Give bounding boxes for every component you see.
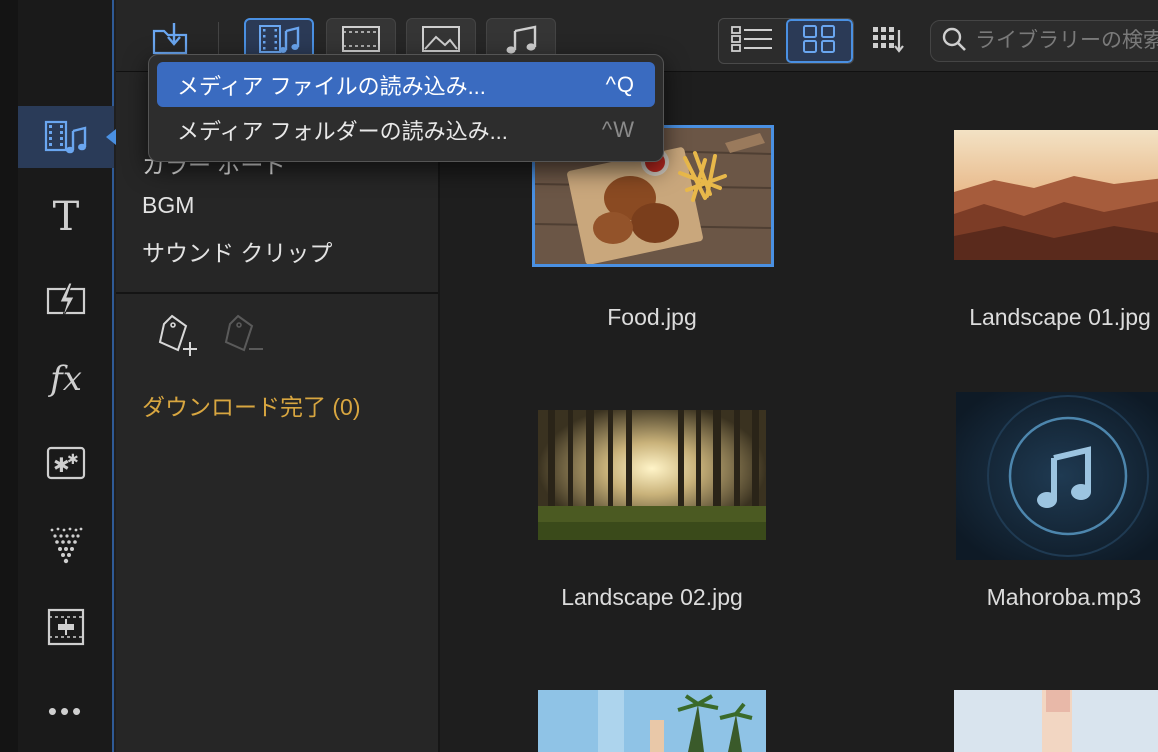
rail-effect-room[interactable]: fx <box>18 348 114 410</box>
library-search <box>930 20 1158 62</box>
add-tag-button[interactable] <box>154 312 204 362</box>
module-rail: T fx ✱ ✱ ••• <box>18 0 116 752</box>
svg-text:✱: ✱ <box>67 452 79 468</box>
pip-object-icon: ✱ ✱ <box>45 444 87 482</box>
beach-thumbnail[interactable] <box>538 690 766 752</box>
mahoroba-thumbnail[interactable] <box>956 392 1158 560</box>
window-edge <box>0 0 18 752</box>
rail-subtitle-room[interactable] <box>18 596 114 658</box>
category-download-complete[interactable]: ダウンロード完了 (0) <box>142 388 361 422</box>
fx-icon: fx <box>50 359 82 399</box>
category-bgm[interactable]: BGM <box>142 192 194 219</box>
menu-item-label: メディア ファイルの読み込み... <box>177 73 486 99</box>
rail-more-button[interactable]: ••• <box>18 680 114 742</box>
import-media-files-item[interactable]: メディア ファイルの読み込み... ^Q <box>157 62 655 107</box>
more-icon: ••• <box>47 696 85 726</box>
list-view-icon <box>730 24 774 59</box>
view-mode-toggle <box>718 18 854 64</box>
grid-view-icon <box>802 24 836 59</box>
grid-view-button[interactable] <box>785 19 853 63</box>
portrait-thumbnail[interactable] <box>954 690 1158 752</box>
import-menu: メディア ファイルの読み込み... ^Q メディア フォルダーの読み込み... … <box>148 54 664 162</box>
panel-divider <box>116 292 438 294</box>
active-indicator <box>106 129 116 145</box>
category-panel: カラー ボード BGM サウンド クリップ ダウンロード完了 (0) <box>116 72 438 752</box>
menu-item-shortcut: ^W <box>601 116 635 142</box>
media-video-audio-icon <box>43 117 89 157</box>
particle-icon <box>46 522 86 568</box>
import-media-folder-item[interactable]: メディア フォルダーの読み込み... ^W <box>157 107 655 152</box>
list-view-button[interactable] <box>719 19 786 63</box>
item-label: Landscape 02.jpg <box>561 584 743 610</box>
app-window: T fx ✱ ✱ ••• ライブラリーの検索 カラー ボード BGM サウンド … <box>0 0 1158 752</box>
transition-icon <box>45 281 87 321</box>
item-label: Landscape 01.jpg <box>969 304 1151 330</box>
rail-particle-room[interactable] <box>18 514 114 576</box>
title-icon: T <box>52 194 80 240</box>
media-library: Food.jpg Landscape 01.jpg Landscape 02.j… <box>440 72 1158 752</box>
subtitle-icon <box>46 607 86 647</box>
sort-icon <box>871 24 905 61</box>
menu-item-label: メディア フォルダーの読み込み... <box>177 118 508 144</box>
add-tag-icon <box>156 312 202 363</box>
menu-item-shortcut: ^Q <box>605 71 635 97</box>
category-sound-clip[interactable]: サウンド クリップ <box>142 234 332 268</box>
search-icon <box>941 26 967 57</box>
rail-title-room[interactable]: T <box>18 186 114 248</box>
landscape-01-thumbnail[interactable] <box>954 130 1158 260</box>
rail-pip-room[interactable]: ✱ ✱ <box>18 432 114 494</box>
search-input[interactable] <box>975 29 1158 53</box>
landscape-02-thumbnail[interactable] <box>538 410 766 540</box>
rail-transition-room[interactable] <box>18 270 114 332</box>
rail-media-room[interactable] <box>18 106 116 168</box>
remove-tag-icon <box>222 312 268 363</box>
sort-button[interactable] <box>868 22 908 62</box>
toolbar-separator <box>218 22 219 56</box>
item-label: Food.jpg <box>607 304 697 330</box>
remove-tag-button[interactable] <box>220 312 270 362</box>
item-label: Mahoroba.mp3 <box>986 584 1142 610</box>
